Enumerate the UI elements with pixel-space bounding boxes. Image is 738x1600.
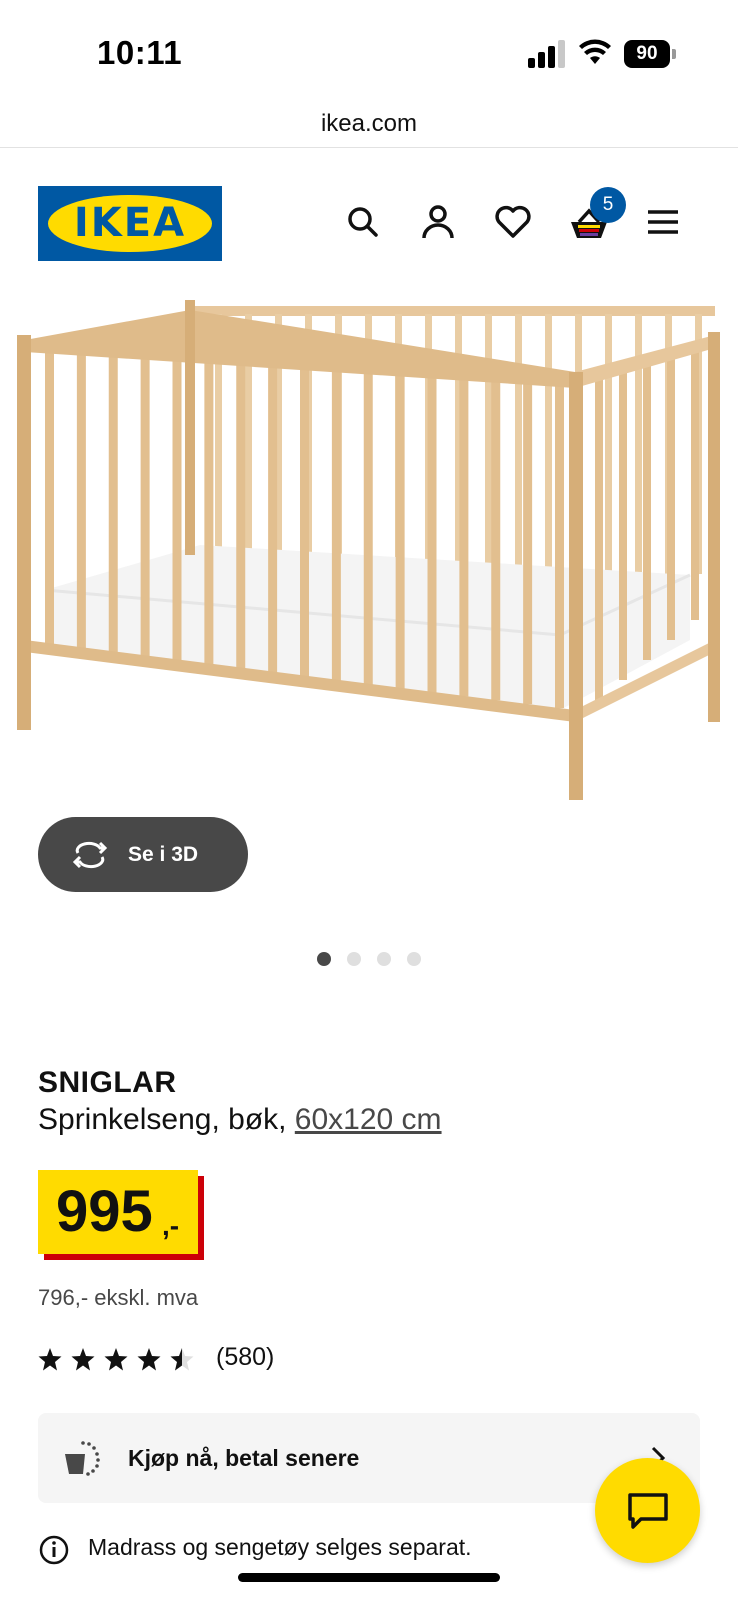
carousel-dot[interactable] xyxy=(317,952,331,966)
rotate-3d-icon xyxy=(72,841,108,869)
installment-payment-icon xyxy=(65,1441,100,1476)
price-excluding-vat: 796,- ekskl. mva xyxy=(38,1285,199,1310)
rating-count: (580) xyxy=(216,1343,275,1371)
address-bar[interactable]: ikea.com xyxy=(0,100,738,148)
wifi-icon xyxy=(579,39,611,64)
pay-later-label: Kjøp nå, betal senere xyxy=(128,1445,360,1471)
battery-cap xyxy=(672,49,676,59)
carousel-dot[interactable] xyxy=(407,952,421,966)
view-3d-label: Se i 3D xyxy=(128,843,199,866)
site-header: IKEA 5 xyxy=(0,150,738,280)
logo-text: IKEA xyxy=(73,200,187,246)
battery-level: 90 xyxy=(624,40,670,68)
cellular-signal-icon xyxy=(528,40,565,68)
view-3d-button[interactable]: Se i 3D xyxy=(38,817,248,892)
heart-icon[interactable] xyxy=(493,202,533,242)
ikea-logo[interactable]: IKEA xyxy=(38,186,222,261)
chat-bubble-icon xyxy=(628,1493,668,1529)
price-tag: 995 ,- xyxy=(38,1170,204,1260)
carousel-dots xyxy=(0,952,738,968)
cart-count-badge: 5 xyxy=(590,187,626,223)
info-icon xyxy=(39,1535,69,1565)
menu-icon[interactable] xyxy=(643,202,683,242)
status-time: 10:11 xyxy=(97,34,183,71)
search-icon[interactable] xyxy=(343,202,383,242)
separate-sale-text: Madrass og sengetøy selges separat. xyxy=(88,1534,472,1560)
product-description: Sprinkelseng, bøk, 60x120 cm xyxy=(38,1103,442,1137)
product-name: SNIGLAR xyxy=(38,1066,177,1099)
account-icon[interactable] xyxy=(418,202,458,242)
product-description-text: Sprinkelseng, bøk, xyxy=(38,1103,287,1136)
status-bar: 10:11 90 xyxy=(0,0,738,100)
price-suffix: ,- xyxy=(162,1210,180,1241)
battery-indicator: 90 xyxy=(624,40,676,68)
carousel-dot[interactable] xyxy=(377,952,391,966)
product-image-crib[interactable] xyxy=(0,290,738,830)
price-tag-box: 995 ,- xyxy=(38,1170,198,1254)
product-size-link[interactable]: 60x120 cm xyxy=(295,1103,442,1136)
rating-stars-icon xyxy=(38,1348,194,1371)
chat-button[interactable] xyxy=(595,1458,700,1563)
carousel-dot[interactable] xyxy=(347,952,361,966)
price-value: 995 xyxy=(56,1179,153,1244)
home-indicator[interactable] xyxy=(238,1573,500,1582)
